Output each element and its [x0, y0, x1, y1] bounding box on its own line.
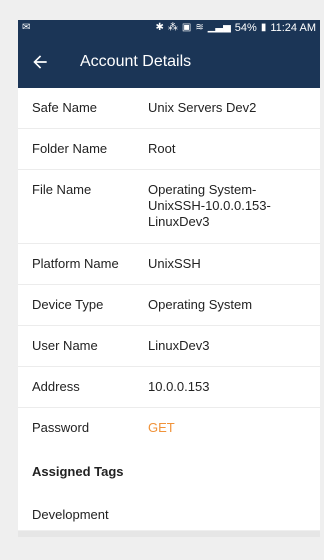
account-details-card: Safe Name Unix Servers Dev2 Folder Name … — [18, 88, 320, 448]
detail-row-safe-name: Safe Name Unix Servers Dev2 — [18, 88, 320, 129]
detail-label: Address — [32, 379, 80, 394]
status-time: 11:24 AM — [270, 22, 316, 34]
detail-value: UnixSSH — [148, 256, 201, 271]
detail-value: LinuxDev3 — [148, 338, 210, 353]
battery-icon: ▮ — [260, 22, 267, 33]
detail-value: Operating System- UnixSSH-10.0.0.153- Li… — [148, 182, 271, 229]
detail-row-device-type: Device Type Operating System — [18, 285, 320, 326]
detail-label: File Name — [32, 182, 92, 197]
status-bar: ✉ ✱ ⁂ ▣ ≋ ▁▃▅ 54% ▮ 11:24 AM — [18, 20, 320, 36]
detail-row-address: Address 10.0.0.153 — [18, 367, 320, 408]
sync-icon: ▣ — [181, 22, 192, 33]
status-right: ✱ ⁂ ▣ ≋ ▁▃▅ 54% ▮ 11:24 AM — [155, 22, 316, 34]
wifi-icon: ≋ — [195, 22, 204, 33]
email-icon: ✉ — [22, 22, 31, 33]
detail-label: Platform Name — [32, 256, 119, 271]
app-bar: Account Details — [18, 36, 320, 88]
detail-label: Safe Name — [32, 100, 98, 115]
get-password-button[interactable]: GET — [148, 420, 175, 435]
detail-value: Root — [148, 141, 176, 156]
detail-value: 10.0.0.153 — [148, 379, 210, 394]
detail-row-platform-name: Platform Name UnixSSH — [18, 244, 320, 285]
arrow-left-icon[interactable] — [30, 52, 50, 72]
detail-value: Operating System — [148, 297, 253, 312]
detail-value: Unix Servers Dev2 — [148, 100, 257, 115]
page-title: Account Details — [80, 53, 192, 70]
card-shadow — [18, 531, 320, 537]
screen: ✉ ✱ ⁂ ▣ ≋ ▁▃▅ 54% ▮ 11:24 AM Account Det… — [0, 0, 324, 560]
detail-label: Folder Name — [32, 141, 108, 156]
signal-icon: ▁▃▅ — [207, 22, 231, 33]
vibrate-icon: ⁂ — [167, 22, 178, 33]
detail-row-file-name: File Name Operating System- UnixSSH-10.0… — [18, 170, 320, 244]
bluetooth-icon: ✱ — [155, 22, 164, 33]
assigned-tags-card: Assigned Tags Development — [18, 442, 320, 530]
detail-label: Device Type — [32, 297, 104, 312]
detail-row-folder-name: Folder Name Root — [18, 129, 320, 170]
detail-label: User Name — [32, 338, 98, 353]
tags-title: Assigned Tags — [32, 464, 124, 479]
tag-item: Development — [32, 507, 109, 522]
battery-percent: 54% — [234, 22, 257, 34]
detail-row-user-name: User Name LinuxDev3 — [18, 326, 320, 367]
detail-label: Password — [32, 420, 90, 435]
